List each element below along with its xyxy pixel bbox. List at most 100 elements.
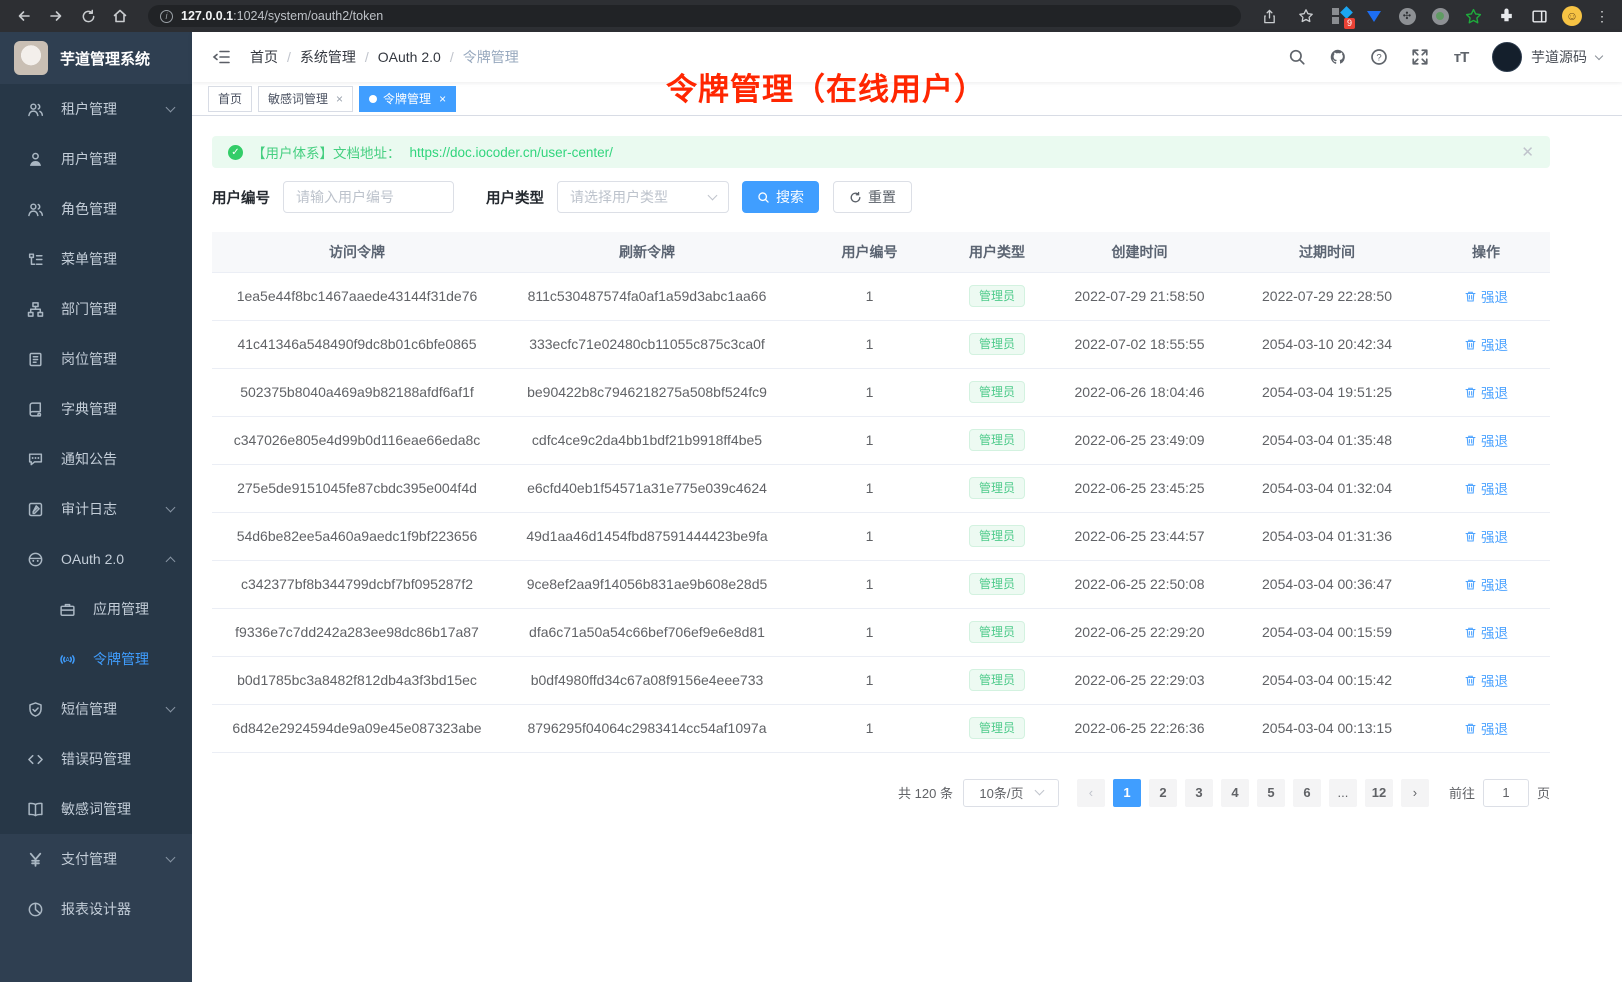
reset-button[interactable]: 重置 [833,181,912,213]
force-logout-button[interactable]: 强退 [1464,430,1508,450]
user-id-input[interactable] [283,181,454,213]
sidebar-item-oauth[interactable]: OAuth 2.0 [0,534,192,584]
table-header-row: 访问令牌 刷新令牌 用户编号 用户类型 创建时间 过期时间 操作 [212,232,1550,272]
font-size-icon[interactable]: тT [1451,47,1471,67]
force-logout-label: 强退 [1481,334,1508,354]
address-bar[interactable]: i 127.0.0.1:1024/system/oauth2/token [148,5,1241,27]
sidebar-item-app[interactable]: 应用管理 [0,584,192,634]
table-row: b0d1785bc3a8482f812db4a3f3bd15ecb0df4980… [212,656,1550,704]
sidebar-item-user[interactable]: 用户管理 [0,134,192,184]
github-icon[interactable] [1328,47,1348,67]
actions-cell: 强退 [1422,272,1550,320]
tab-close-icon[interactable]: × [439,92,446,106]
sidebar-item-report[interactable]: 报表设计器 [0,884,192,934]
sidebar-item-word[interactable]: 敏感词管理 [0,784,192,834]
breadcrumb-item[interactable]: 首页 [250,47,278,67]
force-logout-button[interactable]: 强退 [1464,478,1508,498]
user-type-cell: 管理员 [947,656,1047,704]
sidebar-item-token[interactable]: A令牌管理 [0,634,192,684]
refresh-token-cell: dfa6c71a50a54c66bef706ef9e6e8d81 [502,608,792,656]
page-button[interactable]: 12 [1365,779,1393,807]
user-type-badge: 管理员 [969,333,1025,355]
sidebar-item-label: 岗位管理 [61,349,117,369]
page-button[interactable]: 3 [1185,779,1213,807]
sidebar-item-notice[interactable]: 通知公告 [0,434,192,484]
gray-extension-icon[interactable]: ✣ [1397,6,1417,26]
sidebar-item-label: 租户管理 [61,99,117,119]
force-logout-button[interactable]: 强退 [1464,286,1508,306]
page-button[interactable]: 6 [1293,779,1321,807]
table-row: 6d842e2924594de9a09e45e087323abe8796295f… [212,704,1550,752]
sidebar-item-menu[interactable]: 菜单管理 [0,234,192,284]
browser-forward-icon[interactable] [44,4,68,28]
access-token-cell: c342377bf8b344799dcbf7bf095287f2 [212,560,502,608]
created-time-cell: 2022-06-25 22:29:20 [1047,608,1232,656]
sidebar-item-label: 字典管理 [61,399,117,419]
ellipsis-page-button[interactable]: ... [1329,779,1357,807]
site-info-icon[interactable]: i [160,10,173,23]
table-row: 275e5de9151045fe87cbdc395e004f4de6cfd40e… [212,464,1550,512]
user-id-cell: 1 [792,464,947,512]
force-logout-button[interactable]: 强退 [1464,670,1508,690]
browser-menu-icon[interactable]: ⋮ [1595,8,1610,25]
page-button[interactable]: 5 [1257,779,1285,807]
browser-back-icon[interactable] [12,4,36,28]
user-menu[interactable]: 芋道源码 [1492,42,1602,72]
next-page-button[interactable]: › [1401,779,1429,807]
prev-page-button[interactable]: ‹ [1077,779,1105,807]
sidebar-item-tenant[interactable]: 租户管理 [0,84,192,134]
sidebar-item-role[interactable]: 角色管理 [0,184,192,234]
tab-close-icon[interactable]: × [336,92,343,106]
extension-grid-icon[interactable]: 9 [1331,6,1351,26]
app-logo[interactable]: 芋道管理系统 [0,32,192,84]
force-logout-button[interactable]: 强退 [1464,334,1508,354]
gem-extension-icon[interactable] [1364,6,1384,26]
puzzle-extension-icon[interactable] [1496,6,1516,26]
breadcrumb-item[interactable]: 系统管理 [300,47,356,67]
chevron-down-icon [166,852,176,862]
page-button[interactable]: 1 [1113,779,1141,807]
search-button[interactable]: 搜索 [742,181,819,213]
user-id-cell: 1 [792,320,947,368]
page-tab[interactable]: 敏感词管理× [258,86,353,112]
force-logout-button[interactable]: 强退 [1464,526,1508,546]
page-size-select[interactable]: 10条/页 [963,779,1059,807]
force-logout-button[interactable]: 强退 [1464,622,1508,642]
force-logout-button[interactable]: 强退 [1464,574,1508,594]
page-tab[interactable]: 首页 [208,86,252,112]
record-extension-icon[interactable] [1430,6,1450,26]
browser-toolbar: i 127.0.0.1:1024/system/oauth2/token 9 ✣… [0,0,1622,32]
help-icon[interactable]: ? [1369,47,1389,67]
page-tab[interactable]: 令牌管理× [359,86,456,112]
sidebar-item-code[interactable]: 错误码管理 [0,734,192,784]
doc-link[interactable]: https://doc.iocoder.cn/user-center/ [410,145,613,160]
fullscreen-icon[interactable] [1410,47,1430,67]
force-logout-button[interactable]: 强退 [1464,382,1508,402]
user-type-select[interactable]: 请选择用户类型 [557,181,729,213]
table-row: c347026e805e4d99b0d116eae66eda8ccdfc4ce9… [212,416,1550,464]
browser-home-icon[interactable] [108,4,132,28]
force-logout-button[interactable]: 强退 [1464,718,1508,738]
sidebar-item-post[interactable]: 岗位管理 [0,334,192,384]
alert-close-icon[interactable]: ✕ [1521,143,1534,161]
sidebar-item-sms[interactable]: 短信管理 [0,684,192,734]
user-type-cell: 管理员 [947,272,1047,320]
chevron-down-icon [708,190,718,200]
sidebar: 芋道管理系统 租户管理用户管理角色管理菜单管理部门管理岗位管理字典管理通知公告审… [0,32,192,982]
page-button[interactable]: 4 [1221,779,1249,807]
green-star-extension-icon[interactable] [1463,6,1483,26]
browser-reload-icon[interactable] [76,4,100,28]
page-button[interactable]: 2 [1149,779,1177,807]
sidebar-item-log[interactable]: 审计日志 [0,484,192,534]
sidebar-item-pay[interactable]: 支付管理 [0,834,192,884]
bookmark-star-icon[interactable] [1294,4,1318,28]
profile-avatar[interactable]: ☺ [1562,6,1582,26]
sidebar-item-dict[interactable]: 字典管理 [0,384,192,434]
goto-page-input[interactable] [1483,779,1529,807]
sidebar-toggle-icon[interactable] [212,47,232,67]
breadcrumb-item[interactable]: OAuth 2.0 [378,49,441,65]
share-icon[interactable] [1257,4,1281,28]
search-icon[interactable] [1287,47,1307,67]
side-panel-icon[interactable] [1529,6,1549,26]
sidebar-item-dept[interactable]: 部门管理 [0,284,192,334]
